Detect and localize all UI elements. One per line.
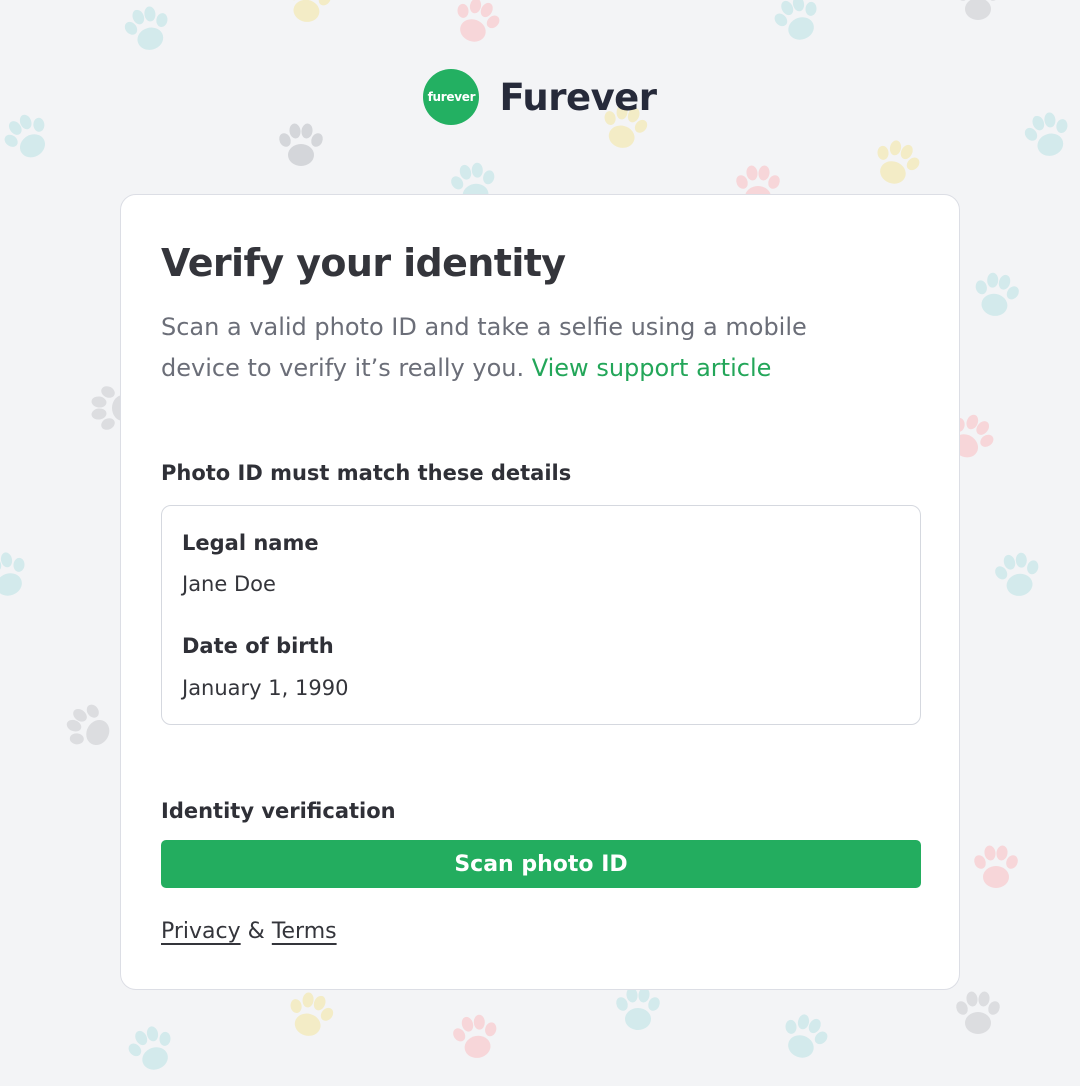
details-box: Legal name Jane Doe Date of birth Januar… — [161, 505, 921, 725]
paw-print-icon — [774, 1008, 835, 1065]
paw-print-icon — [446, 0, 507, 49]
footer-links: Privacy & Terms — [161, 919, 337, 944]
paw-print-icon — [954, 0, 1002, 20]
paw-print-icon — [968, 269, 1024, 320]
paw-print-icon — [614, 986, 662, 1030]
paw-print-icon — [767, 0, 828, 47]
privacy-link[interactable]: Privacy — [161, 919, 241, 944]
support-article-link[interactable]: View support article — [532, 354, 772, 382]
footer-separator: & — [247, 919, 265, 944]
brand-logo-text: furever — [427, 90, 476, 104]
paw-print-icon — [57, 695, 120, 759]
paw-print-icon — [118, 1, 177, 56]
brand-name: Furever — [499, 75, 657, 119]
paw-print-icon — [972, 844, 1020, 888]
paw-print-icon — [0, 546, 36, 603]
details-heading: Photo ID must match these details — [161, 461, 572, 485]
paw-print-icon — [277, 122, 325, 166]
paw-print-icon — [866, 134, 927, 191]
dob-label: Date of birth — [182, 634, 334, 658]
paw-print-icon — [954, 990, 1002, 1034]
paw-print-icon — [121, 1020, 182, 1077]
paw-print-icon — [280, 0, 336, 26]
verification-card: Verify your identity Scan a valid photo … — [120, 194, 960, 990]
paw-print-icon — [448, 1011, 504, 1062]
paw-print-icon — [990, 549, 1046, 600]
brand-logo[interactable]: furever — [423, 69, 480, 125]
terms-link[interactable]: Terms — [272, 919, 337, 944]
scan-photo-id-button[interactable]: Scan photo ID — [161, 840, 921, 888]
page-description: Scan a valid photo ID and take a selfie … — [161, 307, 881, 389]
legal-name-value: Jane Doe — [182, 572, 276, 596]
page-title: Verify your identity — [161, 241, 566, 285]
paw-print-icon — [281, 987, 340, 1042]
dob-value: January 1, 1990 — [182, 676, 349, 700]
legal-name-label: Legal name — [182, 531, 319, 555]
brand-header: furever Furever — [0, 68, 1080, 126]
verification-heading: Identity verification — [161, 799, 396, 823]
